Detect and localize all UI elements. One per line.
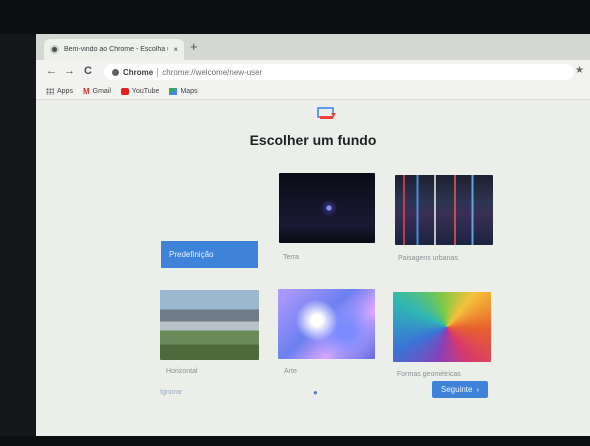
chevron-right-icon: ›: [476, 385, 480, 394]
monitor-bezel: [0, 0, 590, 34]
active-tab[interactable]: Bem-vindo ao Chrome - Escolha um fundo ×: [44, 39, 184, 60]
tab-title: Bem-vindo ao Chrome - Escolha um fundo: [64, 46, 168, 53]
bookmark-label: Maps: [180, 88, 198, 95]
close-tab-icon[interactable]: ×: [173, 45, 178, 54]
new-tab-button[interactable]: +: [190, 40, 198, 53]
background-option-art[interactable]: [278, 289, 375, 359]
browser-window: Bem-vindo ao Chrome - Escolha um fundo ×…: [36, 34, 590, 446]
tab-strip: Bem-vindo ao Chrome - Escolha um fundo ×…: [36, 34, 590, 60]
background-option-label: Predefinição: [169, 250, 214, 259]
bookmark-star-icon[interactable]: ★: [575, 65, 584, 76]
omnibox-divider: [157, 67, 159, 77]
background-option-cityscapes[interactable]: [395, 175, 493, 245]
chrome-favicon-icon: [50, 45, 59, 54]
apps-icon: [46, 88, 54, 95]
bookmark-youtube[interactable]: YouTube: [120, 88, 160, 95]
skip-link[interactable]: Ignorar: [160, 389, 182, 396]
site-chip: Chrome: [123, 67, 154, 77]
step-indicator: ●: [313, 388, 318, 397]
background-option-label: Formas geométricas: [397, 371, 461, 378]
forward-button[interactable]: →: [64, 65, 75, 77]
geometric-thumbnail: [393, 292, 491, 362]
back-button[interactable]: ←: [46, 65, 57, 77]
gmail-icon: M: [82, 87, 90, 96]
bookmark-label: Gmail: [92, 88, 111, 95]
background-picker-icon: [317, 107, 336, 119]
bookmark-label: Apps: [57, 88, 73, 95]
background-option-earth[interactable]: [279, 173, 375, 243]
reload-button[interactable]: C: [84, 65, 92, 77]
background-option-label: Paisagens urbanas: [398, 255, 458, 262]
background-option-landscapes[interactable]: [160, 290, 259, 360]
earth-thumbnail: [279, 173, 375, 243]
maps-icon: [169, 88, 178, 95]
background-option-geometric[interactable]: [393, 292, 491, 362]
browser-toolbar: ← → C Chrome chrome://welcome/new-user ★: [36, 60, 590, 84]
landscapes-thumbnail: [160, 290, 259, 360]
monitor-bezel-bottom: [0, 436, 590, 446]
url-text[interactable]: chrome://welcome/new-user: [162, 68, 262, 77]
background-option-default[interactable]: Predefinição: [161, 241, 258, 268]
bookmarks-bar: Apps M Gmail YouTube Maps: [36, 84, 590, 100]
next-button[interactable]: Seguinte ›: [432, 381, 488, 398]
bookmark-label: YouTube: [131, 88, 160, 95]
next-button-label: Seguinte: [440, 385, 473, 394]
youtube-icon: [120, 88, 129, 95]
bookmark-gmail[interactable]: M Gmail: [82, 87, 111, 96]
address-bar[interactable]: Chrome chrome://welcome/new-user: [104, 64, 574, 80]
background-option-label: Horizontal: [166, 368, 198, 375]
bookmark-maps[interactable]: Maps: [169, 88, 198, 95]
cityscapes-thumbnail: [395, 175, 493, 245]
background-option-label: Terra: [283, 254, 299, 261]
page-title: Escolher um fundo: [249, 132, 377, 148]
site-info-icon[interactable]: [112, 68, 119, 76]
background-option-label: Arte: [284, 368, 297, 375]
bookmark-apps[interactable]: Apps: [46, 88, 73, 95]
art-thumbnail: [278, 289, 375, 359]
